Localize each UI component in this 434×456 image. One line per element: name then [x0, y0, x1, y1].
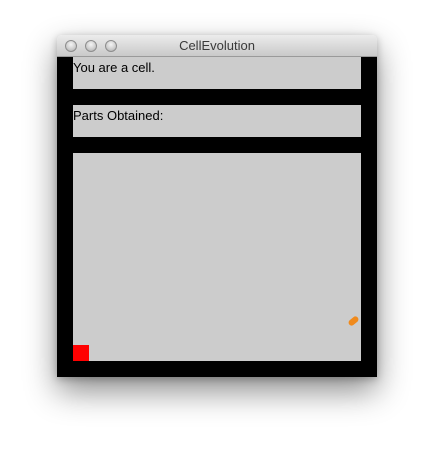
- window-content: You are a cell. Parts Obtained:: [57, 57, 377, 377]
- app-window: CellEvolution You are a cell. Parts Obta…: [57, 35, 377, 377]
- desktop: CellEvolution You are a cell. Parts Obta…: [0, 0, 434, 456]
- cell-part-item[interactable]: [347, 315, 360, 327]
- window-title: CellEvolution: [179, 38, 255, 53]
- player-cell[interactable]: [73, 345, 89, 361]
- parts-obtained-label: Parts Obtained:: [73, 108, 164, 123]
- game-area[interactable]: [73, 153, 361, 361]
- status-panel: You are a cell.: [73, 57, 361, 89]
- status-message: You are a cell.: [73, 60, 155, 75]
- title-bar[interactable]: CellEvolution: [57, 35, 377, 57]
- parts-panel: Parts Obtained:: [73, 105, 361, 137]
